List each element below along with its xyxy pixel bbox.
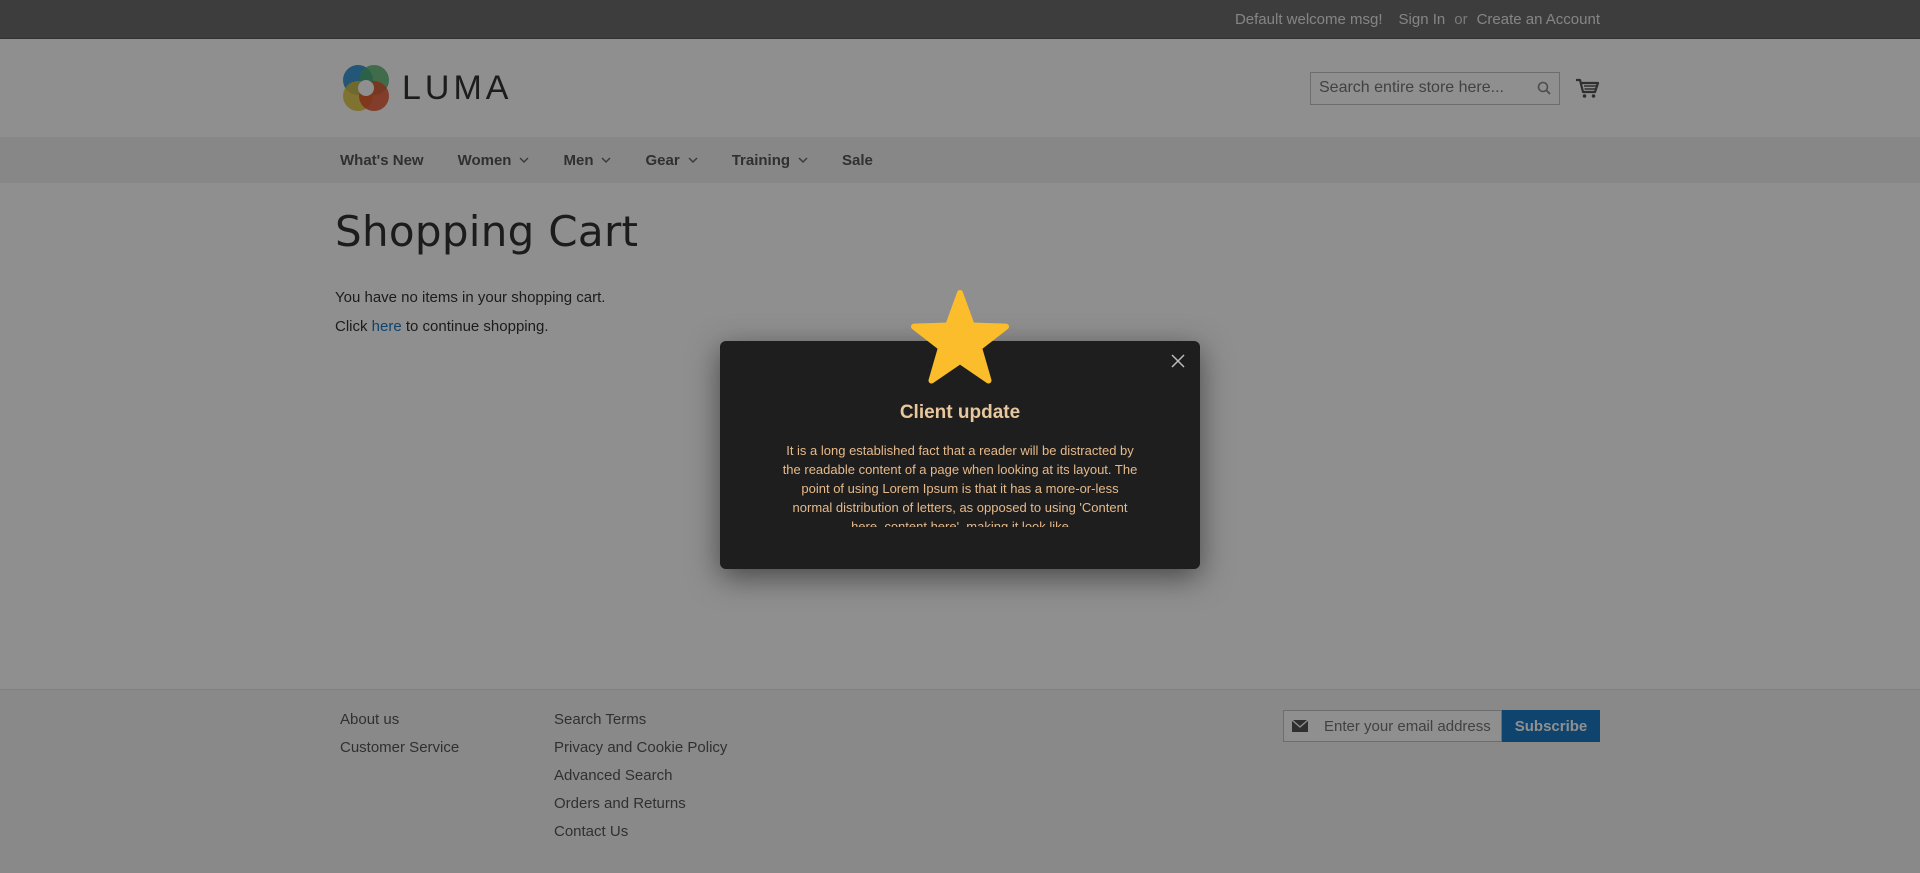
modal-title: Client update [899, 402, 1021, 423]
close-icon[interactable] [1170, 353, 1186, 369]
modal-body-text: It is a long established fact that a rea… [782, 443, 1138, 527]
client-update-modal: Client update It is a long established f… [720, 290, 1200, 569]
star-icon [911, 290, 1009, 384]
